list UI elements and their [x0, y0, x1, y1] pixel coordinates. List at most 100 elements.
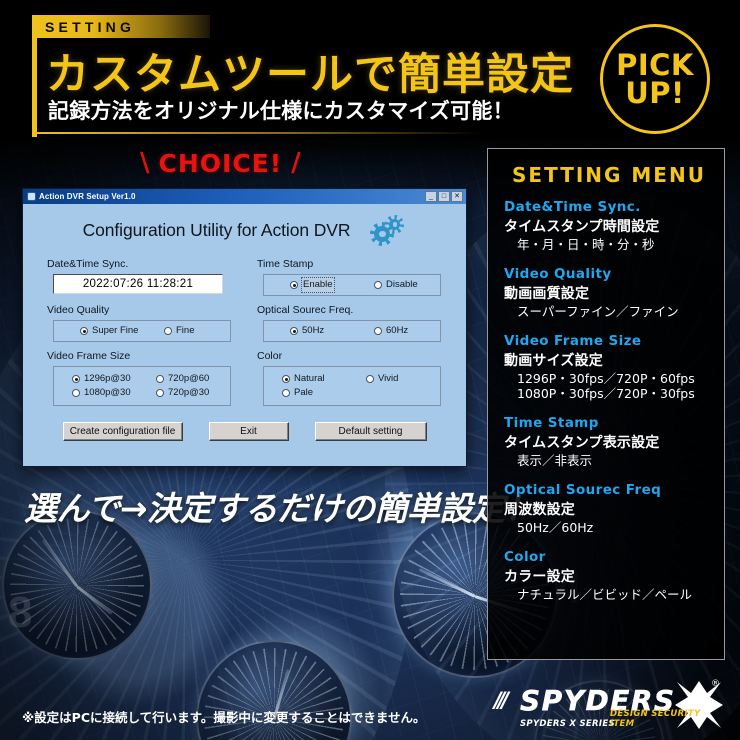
menu-item-value: 1296P・30fps／720P・60fps: [517, 370, 695, 386]
color-option-natural-label: Natural: [294, 373, 325, 384]
radio-icon[interactable]: [290, 327, 298, 335]
page-title: カスタムツールで簡単設定: [46, 50, 574, 100]
choice-banner: / CHOICE! /: [140, 148, 301, 178]
page-footer: ※設定はPCに接続して行います。撮影中に変更することはできません。 /// SP…: [0, 679, 740, 740]
tagline: 選んで→決定するだけの簡単設定！: [24, 489, 538, 528]
video-frame-size-option-1296p30-label: 1296p@30: [84, 373, 131, 384]
dialog-row-2: Video Quality Super Fine Fine Optical So: [23, 296, 466, 342]
menu-item-en-label: Video Frame Size: [504, 332, 642, 349]
menu-item-jp-label: タイムスタンプ時間設定: [504, 219, 660, 235]
menu-item-en-label: Optical Sourec Freq: [504, 481, 662, 498]
setting-menu-title: SETTING MENU: [512, 163, 706, 187]
field-group-color: Color Natural Vivid Pale: [255, 342, 444, 406]
menu-item-video-frame-size: Video Frame Size 動画サイズ設定 1296P・30fps／720…: [504, 333, 714, 403]
time-stamp-radio-group[interactable]: Enable Disable: [263, 274, 441, 296]
video-quality-radio-group[interactable]: Super Fine Fine: [53, 320, 231, 342]
close-button[interactable]: ✕: [451, 191, 463, 202]
menu-item-en-label: Color: [504, 548, 546, 565]
logo-slashes-icon: ///: [494, 688, 509, 712]
choice-slash-right-icon: /: [291, 148, 301, 178]
time-stamp-label: Time Stamp: [257, 258, 314, 270]
setting-menu-panel: SETTING MENU Date&Time Sync. タイムスタンプ時間設定…: [487, 148, 725, 660]
radio-icon[interactable]: [164, 327, 172, 335]
optical-source-freq-option-50hz-label: 50Hz: [302, 325, 325, 336]
menu-item-jp-label: 動画サイズ設定: [504, 352, 603, 369]
radio-icon[interactable]: [156, 389, 164, 397]
menu-item-video-quality: Video Quality 動画画質設定 スーパーファイン／ファイン: [504, 266, 714, 320]
radio-icon[interactable]: [282, 389, 290, 397]
menu-item-jp-label: 動画画質設定: [504, 285, 590, 302]
datetime-input[interactable]: 2022:07:26 11:28:21: [53, 274, 223, 294]
exit-button[interactable]: Exit: [208, 422, 289, 441]
maximize-button[interactable]: □: [438, 191, 450, 202]
time-stamp-option-disable[interactable]: Disable: [352, 278, 436, 292]
field-group-video-quality: Video Quality Super Fine Fine: [45, 296, 234, 342]
color-radio-group[interactable]: Natural Vivid Pale: [263, 366, 441, 406]
watch-numeral-8: 8: [8, 588, 33, 637]
radio-icon[interactable]: [80, 327, 88, 335]
optical-source-freq-option-50hz[interactable]: 50Hz: [268, 324, 352, 338]
pick-up-line1: PICK: [616, 47, 694, 82]
menu-item-en-label: Date&Time Sync.: [504, 199, 641, 215]
radio-icon[interactable]: [72, 389, 80, 397]
menu-item-value: ナチュラル／ビビッド／ペール: [517, 586, 693, 602]
optical-source-freq-option-60hz[interactable]: 60Hz: [352, 324, 436, 338]
page-header: SETTING カスタムツールで簡単設定 記録方法をオリジナル仕様にカスタマイズ…: [0, 0, 740, 140]
menu-item-jp-label: タイムスタンプ表示設定: [504, 435, 660, 451]
dialog-heading: Configuration Utility for Action DVR: [82, 220, 351, 240]
video-quality-option-super-fine-label: Super Fine: [92, 325, 139, 336]
default-setting-button[interactable]: Default setting: [314, 422, 427, 441]
create-configuration-file-button[interactable]: Create configuration file: [62, 422, 183, 441]
optical-source-freq-radio-group[interactable]: 50Hz 60Hz: [263, 320, 441, 342]
radio-icon[interactable]: [72, 375, 80, 383]
pick-up-badge: PICK UP!: [600, 24, 710, 134]
footer-note: ※設定はPCに接続して行います。撮影中に変更することはできません。: [22, 710, 426, 725]
pick-up-line2: UP!: [625, 76, 685, 110]
video-quality-label: Video Quality: [47, 304, 110, 316]
radio-icon[interactable]: [374, 327, 382, 335]
video-frame-size-radio-group[interactable]: 1296p@30 720p@60 1080p@30 720p@30: [53, 366, 231, 406]
menu-item-en-label: Time Stamp: [504, 415, 599, 431]
video-quality-option-super-fine[interactable]: Super Fine: [58, 324, 142, 338]
time-stamp-option-enable[interactable]: Enable: [268, 277, 352, 293]
minimize-button[interactable]: _: [425, 191, 437, 202]
video-frame-size-option-720p30[interactable]: 720p@30: [142, 386, 226, 400]
color-option-natural[interactable]: Natural: [268, 372, 352, 386]
radio-icon[interactable]: [290, 281, 298, 289]
window-controls[interactable]: _ □ ✕: [425, 191, 464, 202]
menu-item-jp-label: 周波数設定: [504, 501, 575, 518]
radio-icon[interactable]: [366, 375, 374, 383]
radio-icon[interactable]: [374, 281, 382, 289]
menu-item-jp-label: カラー設定: [504, 568, 575, 585]
menu-item-value: 1080P・30fps／720P・30fps: [517, 386, 695, 402]
configuration-dialog[interactable]: Action DVR Setup Ver1.0 _ □ ✕ Configurat…: [22, 188, 467, 467]
menu-item-value: 50Hz／60Hz: [517, 519, 594, 535]
choice-label: CHOICE!: [158, 148, 283, 178]
video-frame-size-option-1080p30[interactable]: 1080p@30: [58, 386, 142, 400]
dialog-titlebar[interactable]: Action DVR Setup Ver1.0 _ □ ✕: [23, 189, 466, 204]
video-frame-size-option-1296p30[interactable]: 1296p@30: [58, 372, 142, 386]
video-frame-size-option-720p30-label: 720p@30: [168, 387, 210, 398]
setting-tab-label: SETTING: [45, 18, 136, 35]
field-group-datetime: Date&Time Sync. 2022:07:26 11:28:21: [45, 250, 234, 296]
color-option-pale[interactable]: Pale: [268, 386, 352, 400]
page-subtitle: 記録方法をオリジナル仕様にカスタマイズ可能！: [48, 99, 514, 123]
radio-icon[interactable]: [156, 375, 164, 383]
menu-item-value: 年・月・日・時・分・秒: [517, 237, 655, 252]
video-quality-option-fine[interactable]: Fine: [142, 324, 226, 338]
header-divider: [32, 132, 482, 134]
dialog-row-1: Date&Time Sync. 2022:07:26 11:28:21 Time…: [23, 250, 466, 296]
video-quality-option-fine-label: Fine: [176, 325, 195, 336]
dialog-button-row: Create configuration file Exit Default s…: [23, 422, 466, 441]
video-frame-size-option-720p60[interactable]: 720p@60: [142, 372, 226, 386]
logo-series-label: SPYDERS X SERIES: [520, 719, 615, 729]
promo-page: 8 6 4 SETTING カスタムツールで簡単設定 記録方法をオリジナル仕様に…: [0, 0, 740, 740]
app-icon: [27, 192, 36, 201]
dialog-row-3: Video Frame Size 1296p@30 720p@60 1080p@…: [23, 342, 466, 406]
color-option-vivid[interactable]: Vivid: [352, 372, 436, 386]
menu-item-optical-source-freq: Optical Sourec Freq 周波数設定 50Hz／60Hz: [504, 482, 714, 536]
field-group-optical-source-freq: Optical Sourec Freq. 50Hz 60Hz: [255, 296, 444, 342]
video-frame-size-option-720p60-label: 720p@60: [168, 373, 210, 384]
time-stamp-option-disable-label: Disable: [386, 279, 418, 290]
radio-icon[interactable]: [282, 375, 290, 383]
